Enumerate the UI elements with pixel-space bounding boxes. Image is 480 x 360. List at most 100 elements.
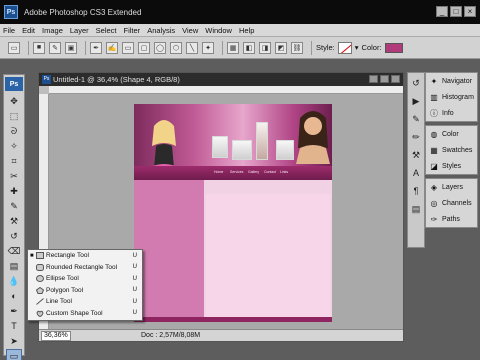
rectangle-tool-icon[interactable]: ▭ [6, 349, 22, 360]
panel-swatches[interactable]: ▦ Swatches [426, 142, 477, 158]
minimize-button[interactable]: _ [436, 6, 448, 17]
panel-paths[interactable]: ✑ Paths [426, 211, 477, 227]
paragraph-icon[interactable]: ¶ [409, 185, 423, 197]
divider [28, 40, 29, 55]
selected-indicator-icon: ■ [30, 252, 34, 259]
dodge-tool-icon[interactable]: ◐ [6, 289, 22, 303]
nav-link-gallery: Gallery [248, 170, 260, 174]
intersect-shapes-icon[interactable]: ◨ [259, 41, 271, 54]
document-title: Untitled-1 @ 36,4% (Shape 4, RGB/8) [53, 75, 180, 84]
document-maximize-button[interactable] [380, 75, 389, 83]
nav-link-home: Home [214, 170, 224, 174]
eraser-tool-icon[interactable]: ⌫ [6, 244, 22, 258]
panel-layers[interactable]: ◈ Layers [426, 179, 477, 195]
lasso-tool-icon[interactable]: ᘐ [6, 124, 22, 138]
close-button[interactable]: × [464, 6, 476, 17]
subtract-shapes-icon[interactable]: ◧ [243, 41, 255, 54]
actions-icon[interactable]: ▶ [409, 95, 423, 107]
menu-edit[interactable]: Edit [22, 26, 35, 35]
color-label: Color: [361, 43, 382, 52]
nav-link-services: Services [230, 170, 244, 174]
rectangle-shape-icon[interactable]: ▭ [122, 41, 134, 54]
flyout-item-rounded-rectangle[interactable]: Rounded Rectangle Tool U [28, 262, 142, 274]
freeform-pen-icon[interactable]: ✍ [106, 41, 118, 54]
magic-wand-tool-icon[interactable]: ✧ [6, 139, 22, 153]
flyout-item-label: Custom Shape Tool [46, 309, 103, 317]
marquee-tool-icon[interactable]: ⬚ [6, 109, 22, 123]
menu-layer[interactable]: Layer [70, 26, 89, 35]
panel-styles[interactable]: ◪ Styles [426, 158, 477, 174]
flyout-item-line[interactable]: Line Tool U [28, 296, 142, 308]
panel-navigator[interactable]: ✦ Navigator [426, 73, 477, 89]
document-controls [369, 75, 400, 83]
flyout-item-ellipse[interactable]: Ellipse Tool U [28, 273, 142, 285]
menu-filter[interactable]: Filter [124, 26, 141, 35]
panel-channels[interactable]: ◎ Channels [426, 195, 477, 211]
tool-preset-icon[interactable]: ▭ [8, 41, 20, 54]
link-icon[interactable]: ⛓ [291, 41, 303, 54]
menu-select[interactable]: Select [96, 26, 117, 35]
move-tool-icon[interactable]: ✥ [6, 94, 22, 108]
layer-comps-icon[interactable]: ▤ [409, 203, 423, 215]
menu-analysis[interactable]: Analysis [147, 26, 175, 35]
color-swatch[interactable] [384, 42, 403, 53]
flyout-item-shortcut: U [132, 275, 137, 282]
document-minimize-button[interactable] [369, 75, 378, 83]
menu-file[interactable]: File [3, 26, 15, 35]
navigation-strip: Home Services Gallery Contact Links [134, 166, 332, 180]
crop-tool-icon[interactable]: ⌗ [6, 154, 22, 168]
flyout-item-rectangle[interactable]: ■ Rectangle Tool U [28, 250, 142, 262]
character-icon[interactable]: A [409, 167, 423, 179]
panel-histogram[interactable]: ▥ Histogram [426, 89, 477, 105]
paths-icon[interactable]: ✎ [49, 41, 61, 54]
maximize-button[interactable]: □ [450, 6, 462, 17]
style-picker[interactable] [337, 41, 352, 54]
slice-tool-icon[interactable]: ✂ [6, 169, 22, 183]
zoom-field[interactable]: 36,36% [41, 330, 71, 341]
menu-bar: File Edit Image Layer Select Filter Anal… [0, 24, 480, 37]
pen-icon[interactable]: ✒ [90, 41, 102, 54]
document-close-button[interactable] [391, 75, 400, 83]
menu-image[interactable]: Image [42, 26, 63, 35]
panel-color[interactable]: ◍ Color [426, 126, 477, 142]
fill-pixels-icon[interactable]: ▣ [65, 41, 77, 54]
shape-layers-icon[interactable]: ■ [33, 41, 45, 54]
history-brush-tool-icon[interactable]: ↺ [6, 229, 22, 243]
flyout-item-custom-shape[interactable]: Custom Shape Tool U [28, 308, 142, 320]
type-tool-icon[interactable]: T [6, 319, 22, 333]
panel-label: Channels [442, 199, 472, 207]
blur-tool-icon[interactable]: 💧 [6, 274, 22, 288]
pen-tool-icon[interactable]: ✒ [6, 304, 22, 318]
combine-shapes-icon[interactable]: ▦ [227, 41, 239, 54]
divider [222, 40, 223, 55]
divider [85, 40, 86, 55]
brushes-icon[interactable]: ✏ [409, 131, 423, 143]
channels-icon: ◎ [430, 198, 438, 208]
path-selection-tool-icon[interactable]: ➤ [6, 334, 22, 348]
clone-stamp-tool-icon[interactable]: ⚒ [6, 214, 22, 228]
gradient-tool-icon[interactable]: ▤ [6, 259, 22, 273]
document-title-bar[interactable]: Ps Untitled-1 @ 36,4% (Shape 4, RGB/8) [39, 73, 403, 86]
window-controls: _ □ × [436, 6, 476, 17]
ellipse-shape-icon[interactable]: ◯ [154, 41, 166, 54]
flyout-item-polygon[interactable]: Polygon Tool U [28, 285, 142, 297]
clone-source-icon[interactable]: ⚒ [409, 149, 423, 161]
line-shape-icon[interactable]: ╲ [186, 41, 198, 54]
menu-view[interactable]: View [182, 26, 198, 35]
ellipse-icon [36, 275, 44, 282]
history-icon[interactable]: ↺ [409, 77, 423, 89]
menu-window[interactable]: Window [205, 26, 232, 35]
brush-tool-icon[interactable]: ✎ [6, 199, 22, 213]
tool-presets-icon[interactable]: ✎ [409, 113, 423, 125]
healing-brush-tool-icon[interactable]: ✚ [6, 184, 22, 198]
exclude-shapes-icon[interactable]: ◩ [275, 41, 287, 54]
menu-help[interactable]: Help [239, 26, 254, 35]
rounded-rectangle-shape-icon[interactable]: ▢ [138, 41, 150, 54]
style-dropdown-icon[interactable]: ▾ [355, 43, 359, 52]
polygon-shape-icon[interactable]: ⬡ [170, 41, 182, 54]
horizontal-ruler[interactable] [49, 86, 403, 94]
panel-info[interactable]: ⓘ Info [426, 105, 477, 121]
panel-label: Paths [442, 215, 460, 223]
custom-shape-icon[interactable]: ✦ [202, 41, 214, 54]
flyout-item-label: Ellipse Tool [46, 275, 79, 283]
